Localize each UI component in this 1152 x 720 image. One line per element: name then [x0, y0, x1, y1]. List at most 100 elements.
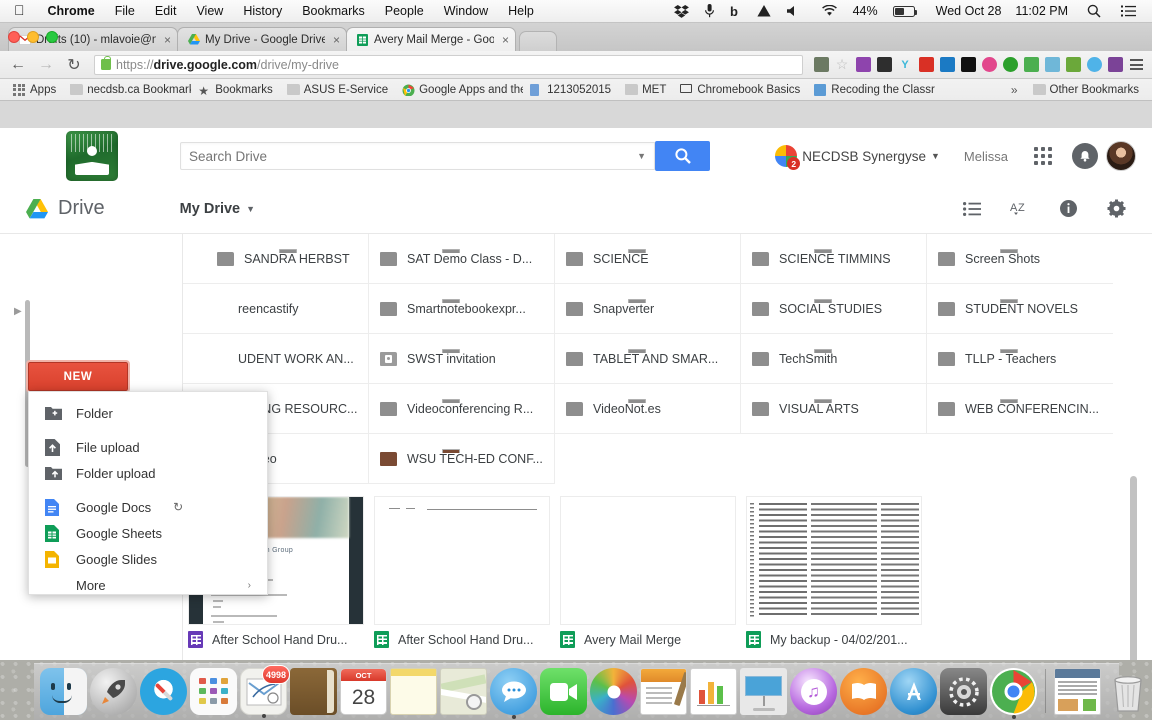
dock-maps-icon[interactable]: [440, 668, 487, 715]
menu-item-google-sheets[interactable]: Google Sheets: [29, 520, 267, 546]
user-avatar[interactable]: [1106, 141, 1136, 171]
dock-system-preferences-icon[interactable]: [940, 668, 987, 715]
close-window-button[interactable]: [8, 31, 20, 43]
pin-icon[interactable]: [1063, 55, 1083, 75]
dock-app-store-icon[interactable]: [890, 668, 937, 715]
dock-facetime-icon[interactable]: [540, 668, 587, 715]
new-tab-button[interactable]: [519, 31, 558, 51]
menu-people[interactable]: People: [375, 4, 434, 18]
menu-view[interactable]: View: [186, 4, 233, 18]
list-view-icon[interactable]: [960, 197, 984, 221]
bookmark-google-apps[interactable]: Google Apps and the: [395, 84, 523, 96]
tab-close-icon[interactable]: ×: [333, 33, 340, 47]
menu-item-folder-upload[interactable]: Folder upload: [29, 460, 267, 486]
bookmark-necdsb[interactable]: necdsb.ca Bookmark: [63, 83, 191, 96]
dock-calendar-icon[interactable]: OCT 28: [340, 668, 387, 715]
file-card[interactable]: My backup - 04/02/201...: [741, 496, 927, 656]
spotlight-search-icon[interactable]: [1075, 4, 1109, 18]
folder-item[interactable]: SWST invitation: [369, 334, 555, 384]
dock-safari-icon[interactable]: [140, 668, 187, 715]
dock-photos-icon[interactable]: [590, 668, 637, 715]
wifi-icon[interactable]: [807, 4, 846, 18]
file-card[interactable]: After School Hand Dru...: [369, 496, 555, 656]
tab-close-icon[interactable]: ×: [502, 33, 509, 47]
dock-finder-icon[interactable]: [40, 668, 87, 715]
sort-az-icon[interactable]: AZ: [1008, 197, 1032, 221]
bookmark-met[interactable]: MET: [618, 83, 673, 96]
folder-item[interactable]: reencastify: [183, 284, 369, 334]
dock-notes-icon[interactable]: [390, 668, 437, 715]
dock-trash-icon[interactable]: [1104, 668, 1151, 715]
file-card[interactable]: Avery Mail Merge: [555, 496, 741, 656]
bookmark-recoding-classroom[interactable]: Recoding the Classr: [807, 83, 942, 96]
menu-help[interactable]: Help: [498, 4, 544, 18]
hamburger-menu-icon[interactable]: [1126, 55, 1146, 75]
drive-home-link[interactable]: Drive: [26, 197, 105, 220]
forward-arrow-icon[interactable]: →: [34, 53, 58, 77]
settings-gear-icon[interactable]: [1104, 197, 1128, 221]
info-icon[interactable]: [1056, 197, 1080, 221]
folder-item[interactable]: Videoconferencing R...: [369, 384, 555, 434]
page-scrollbar[interactable]: [1130, 476, 1137, 676]
bookmarks-overflow-chevron[interactable]: »: [1003, 83, 1026, 97]
bookmark-apps[interactable]: Apps: [6, 83, 63, 96]
dock-numbers-icon[interactable]: [690, 668, 737, 715]
menu-history[interactable]: History: [233, 4, 292, 18]
folder-item[interactable]: TechSmith: [741, 334, 927, 384]
menu-chrome[interactable]: Chrome: [38, 4, 105, 18]
microphone-icon[interactable]: [697, 4, 722, 18]
volume-icon[interactable]: [779, 5, 807, 17]
dock-keynote-icon[interactable]: [740, 668, 787, 715]
google-drive-icon[interactable]: [749, 4, 779, 18]
folder-item[interactable]: Snapverter: [555, 284, 741, 334]
dock-itunes-icon[interactable]: ♫: [790, 668, 837, 715]
menu-item-more[interactable]: More ›: [29, 572, 267, 598]
expand-nav-arrow-icon[interactable]: ▶: [14, 306, 24, 318]
reload-icon[interactable]: ↻: [62, 53, 86, 77]
folder-item[interactable]: SCIENCE: [555, 234, 741, 284]
dropbox-icon[interactable]: [666, 4, 697, 18]
evernote-icon[interactable]: [853, 55, 873, 75]
search-options-caret[interactable]: ▼: [637, 151, 646, 161]
menu-bookmarks[interactable]: Bookmarks: [292, 4, 375, 18]
search-input[interactable]: [189, 148, 638, 164]
search-button[interactable]: [655, 141, 710, 171]
menu-item-file-upload[interactable]: File upload: [29, 434, 267, 460]
folder-item[interactable]: WEB CONFERENCIN...: [927, 384, 1113, 434]
drive-icon[interactable]: [1021, 55, 1041, 75]
dock-downloads-stack-icon[interactable]: [1054, 668, 1101, 715]
bookmark-bookmarks[interactable]: ★ Bookmarks: [191, 84, 280, 96]
folder-item[interactable]: STUDENT NOVELS: [927, 284, 1113, 334]
speaker-icon[interactable]: [1042, 55, 1062, 75]
dock-google-chrome-icon[interactable]: [990, 668, 1037, 719]
notifications-bell-icon[interactable]: [1072, 143, 1098, 169]
onenote-icon[interactable]: [1105, 55, 1125, 75]
folder-item[interactable]: VISUAL ARTS: [741, 384, 927, 434]
address-bar[interactable]: https://drive.google.com/drive/my-drive: [94, 54, 803, 75]
folder-item[interactable]: UDENT WORK AN...: [183, 334, 369, 384]
folder-item[interactable]: Smartnotebookexpr...: [369, 284, 555, 334]
battery-icon[interactable]: [885, 5, 929, 17]
bookmark-other-bookmarks[interactable]: Other Bookmarks: [1026, 83, 1146, 96]
back-arrow-icon[interactable]: ←: [6, 53, 30, 77]
apple-logo-icon[interactable]: : [0, 3, 38, 17]
menu-file[interactable]: File: [105, 4, 145, 18]
backblaze-b-icon[interactable]: b: [722, 4, 749, 18]
folder-item[interactable]: VideoNot.es: [555, 384, 741, 434]
menu-item-google-docs[interactable]: Google Docs ↻: [29, 494, 267, 520]
notification-center-icon[interactable]: [1109, 5, 1144, 17]
bookmark-1213052015[interactable]: 1213052015: [523, 83, 618, 96]
burst-icon[interactable]: [979, 55, 999, 75]
dock-contacts-icon[interactable]: [290, 668, 337, 715]
menu-item-folder[interactable]: Folder: [29, 400, 267, 426]
tw-icon[interactable]: [811, 55, 831, 75]
plus-green-icon[interactable]: [1000, 55, 1020, 75]
dock-launchpad-rocket-icon[interactable]: [90, 668, 137, 715]
gmail-icon[interactable]: [916, 55, 936, 75]
minimize-window-button[interactable]: [27, 31, 39, 43]
folder-item[interactable]: SANDRA HERBST: [183, 234, 369, 284]
tab-close-icon[interactable]: ×: [164, 33, 171, 47]
star-icon[interactable]: ☆: [832, 55, 852, 75]
dock-pages-icon[interactable]: [640, 668, 687, 715]
menu-edit[interactable]: Edit: [145, 4, 187, 18]
